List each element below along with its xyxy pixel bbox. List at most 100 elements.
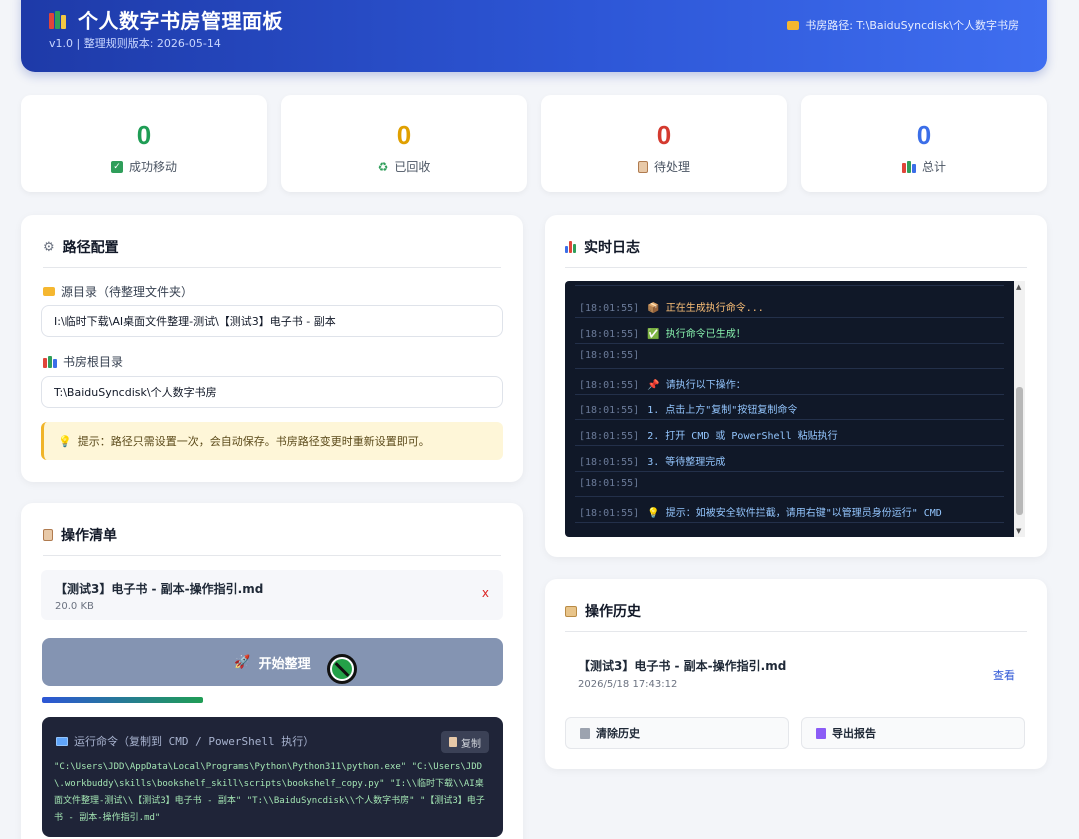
view-history-link[interactable]: 查看	[993, 667, 1015, 683]
lightbulb-icon: 💡	[58, 434, 72, 448]
folder-icon	[43, 287, 55, 296]
command-title-text: 运行命令（复制到 CMD / PowerShell 执行）	[74, 735, 315, 748]
divider	[565, 631, 1027, 632]
log-line: [18:01:55] 2. 打开 CMD 或 PowerShell 粘贴执行	[579, 427, 838, 442]
stat-total: 0 总计	[801, 95, 1047, 192]
log-separator	[575, 445, 1004, 446]
clear-history-label: 清除历史	[596, 727, 640, 740]
log-message: 2. 打开 CMD 或 PowerShell 粘贴执行	[647, 431, 838, 442]
remove-file-button[interactable]: x	[482, 586, 489, 600]
log-message: 💡 提示：如被安全软件拦截，请用右键"以管理员身份运行" CMD	[647, 507, 942, 519]
rocket-icon: 🚀	[234, 654, 251, 670]
library-root-input[interactable]	[41, 376, 503, 408]
log-line: [18:01:55] 3. 等待整理完成	[579, 453, 725, 468]
tip-text: 提示：路径只需设置一次，会自动保存。书房路径变更时重新设置即可。	[77, 435, 430, 448]
clipboard-icon	[449, 737, 457, 747]
card-title: 操作清单	[61, 528, 117, 544]
export-report-label: 导出报告	[832, 727, 876, 740]
books-icon	[43, 355, 57, 368]
export-icon	[816, 727, 826, 739]
card-title: 实时日志	[584, 240, 640, 256]
stat-label: 总计	[921, 160, 946, 174]
log-timestamp: [18:01:55]	[579, 405, 640, 417]
history-item-name: 【测试3】电子书 - 副本-操作指引.md	[578, 659, 787, 673]
log-line: [18:01:55] ✅ 执行命令已生成！	[579, 325, 746, 340]
log-line: [18:01:55]	[579, 478, 647, 489]
log-message: 3. 等待整理完成	[647, 456, 726, 468]
library-root-label: 书房根目录	[43, 353, 123, 370]
books-icon	[49, 10, 66, 29]
books-icon	[901, 160, 916, 173]
stat-label: 已回收	[394, 160, 431, 174]
list-item: 【测试3】电子书 - 副本-操作指引.md 20.0 KB x	[41, 570, 503, 620]
progress-bar	[42, 697, 503, 703]
library-root-label-text: 书房根目录	[63, 355, 124, 369]
log-output[interactable]: [18:01:55] 📦 正在生成执行命令... [18:01:55] ✅ 执行命令已…	[565, 281, 1014, 537]
log-separator	[575, 521, 1004, 523]
start-organize-button[interactable]: 🚀 开始整理	[42, 638, 503, 686]
log-timestamp: [18:01:55]	[579, 350, 640, 362]
stat-value: 0	[396, 120, 412, 150]
log-message: 📌 请执行以下操作：	[647, 379, 746, 391]
log-timestamp: [18:01:55]	[579, 328, 640, 340]
log-separator	[575, 496, 1004, 498]
check-icon: ✓	[110, 160, 123, 173]
app-header: 个人数字书房管理面板 v1.0 | 整理规则版本: 2026-05-14 书房路…	[21, 0, 1047, 72]
log-line: [18:01:55] 📦 正在生成执行命令...	[579, 299, 764, 314]
card-title: 路径配置	[62, 240, 119, 256]
log-separator	[575, 342, 1004, 344]
scroll-up-icon[interactable]: ▲	[1016, 283, 1021, 291]
version-info: v1.0 | 整理规则版本: 2026-05-14	[49, 37, 221, 50]
log-timestamp: [18:01:55]	[579, 379, 640, 391]
stat-value: 0	[136, 120, 152, 150]
command-text[interactable]: "C:\Users\JDD\AppData\Local\Programs\Pyt…	[54, 759, 491, 827]
log-line: [18:01:55] 📌 请执行以下操作：	[579, 376, 746, 391]
clear-history-button[interactable]: 清除历史	[565, 717, 789, 749]
export-report-button[interactable]: 导出报告	[801, 717, 1025, 749]
log-message: 1. 点击上方"复制"按钮复制命令	[647, 405, 798, 417]
log-separator	[575, 317, 1004, 318]
trash-icon	[580, 727, 590, 739]
log-separator	[575, 393, 1004, 395]
clipboard-icon	[637, 160, 648, 173]
scroll-icon	[565, 605, 577, 617]
stat-label: 成功移动	[128, 160, 177, 174]
log-separator	[575, 368, 1004, 370]
file-name: 【测试3】电子书 - 副本-操作指引.md	[55, 582, 264, 596]
clipboard-icon	[43, 529, 53, 541]
file-size: 20.0 KB	[55, 601, 94, 612]
log-line: [18:01:55]	[579, 350, 647, 361]
log-timestamp: [18:01:55]	[579, 431, 640, 442]
log-separator	[575, 285, 1004, 286]
log-scrollbar[interactable]: ▲ ▼	[1014, 281, 1025, 537]
log-separator	[575, 419, 1004, 421]
library-path-text: 书房路径: T:\BaiduSyncdisk\个人数字书房	[805, 19, 1019, 32]
log-separator	[575, 470, 1004, 472]
history-item-time: 2026/5/18 17:43:12	[578, 679, 678, 690]
log-timestamp: [18:01:55]	[579, 456, 640, 468]
recycle-icon: ♻	[377, 159, 389, 174]
log-message: ✅ 执行命令已生成！	[647, 328, 746, 340]
start-organize-label: 开始整理	[258, 656, 311, 672]
log-timestamp: [18:01:55]	[579, 507, 640, 519]
log-line: [18:01:55] 💡 提示：如被安全软件拦截，请用右键"以管理员身份运行" C…	[579, 504, 942, 519]
scroll-thumb[interactable]	[1016, 387, 1023, 515]
monitor-icon	[56, 736, 68, 746]
log-message: 📦 正在生成执行命令...	[647, 303, 764, 314]
bar-chart-icon	[565, 241, 576, 253]
library-path-info: 书房路径: T:\BaiduSyncdisk\个人数字书房	[787, 17, 1019, 33]
card-title: 操作历史	[585, 604, 641, 620]
scroll-down-icon[interactable]: ▼	[1016, 527, 1021, 535]
log-timestamp: [18:01:55]	[579, 303, 640, 314]
stat-pending: 0 待处理	[541, 95, 787, 192]
not-allowed-cursor-icon	[327, 654, 357, 684]
progress-fill	[42, 697, 204, 703]
copy-button[interactable]: 复制	[441, 731, 489, 753]
source-dir-input[interactable]	[41, 305, 503, 337]
command-title: 运行命令（复制到 CMD / PowerShell 执行）	[56, 733, 314, 749]
stat-moved: 0 ✓ 成功移动	[21, 95, 267, 192]
divider	[43, 267, 501, 268]
stat-recycled: 0 ♻ 已回收	[281, 95, 527, 192]
source-dir-label-text: 源目录（待整理文件夹）	[61, 285, 194, 299]
source-dir-label: 源目录（待整理文件夹）	[43, 283, 193, 300]
